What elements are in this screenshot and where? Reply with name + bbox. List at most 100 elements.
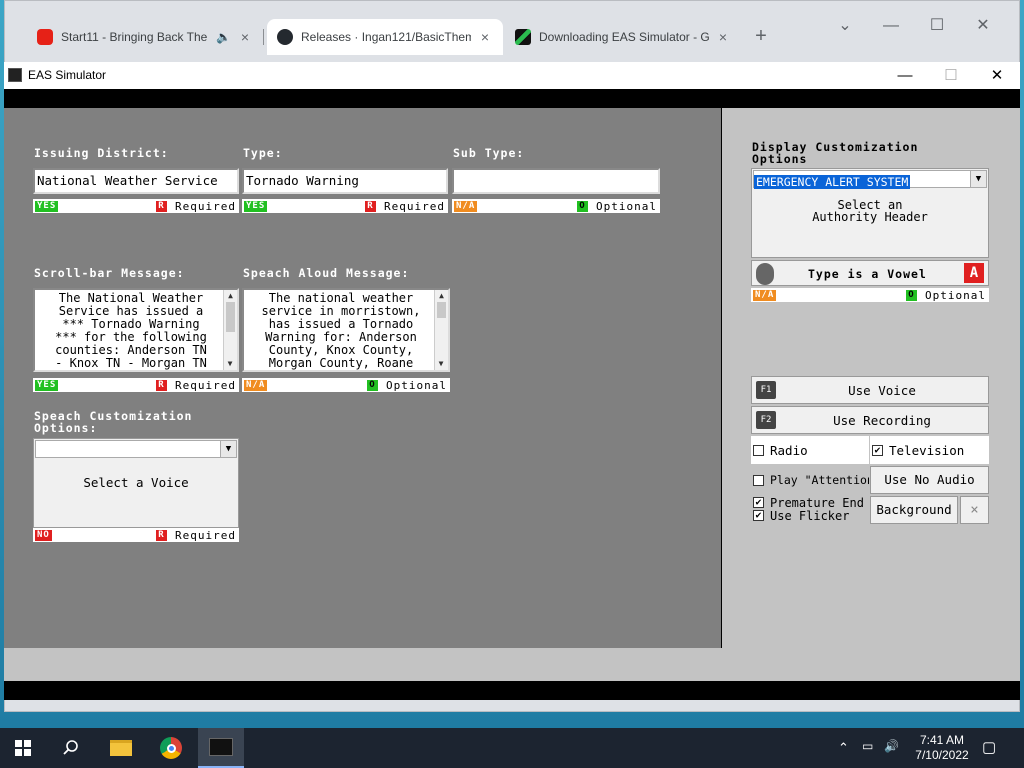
header-select-value: EMERGENCY ALERT SYSTEM — [754, 175, 911, 189]
use-flicker-checkbox-box[interactable]: ✔ — [753, 510, 764, 521]
play-attention-checkbox[interactable]: Play "Attention — [751, 466, 869, 494]
status-badge: YES — [35, 379, 59, 391]
required-text: Required — [384, 199, 445, 213]
sub-type-label: Sub Type: — [453, 146, 525, 160]
minimize-button[interactable]: — — [882, 62, 928, 89]
footer-bar — [4, 648, 1020, 681]
display-customization-status: N/A O Optional — [751, 288, 989, 302]
chevron-down-icon[interactable]: ▼ — [220, 441, 236, 457]
optional-badge: O — [367, 379, 379, 391]
clock-time: 7:41 AM — [919, 733, 965, 747]
chevron-down-icon[interactable]: ▼ — [970, 171, 986, 187]
tab-downloading[interactable]: Downloading EAS Simulator - G × — [505, 19, 741, 55]
message-line: Morgan County, Roane — [268, 356, 414, 370]
tab-search-icon[interactable]: ⌄ — [823, 11, 867, 41]
scrollbar[interactable]: ▲ ▼ — [223, 290, 237, 370]
optional-text: Optional — [596, 199, 657, 213]
required-badge: R — [156, 200, 168, 212]
chrome-icon[interactable] — [148, 728, 194, 768]
required-text: Required — [175, 199, 236, 213]
eas-simulator-taskbar-icon[interactable] — [198, 728, 244, 768]
speech-aloud-message-status: N/A O Optional — [242, 378, 450, 392]
sub-type-status: N/A O Optional — [452, 199, 660, 213]
scrollbar-thumb[interactable] — [226, 302, 235, 332]
tab-start11[interactable]: Start11 - Bringing Back The 🔈 × — [27, 19, 263, 55]
status-badge: N/A — [454, 200, 478, 212]
voice-select-panel: ▼ Select a Voice — [33, 438, 239, 528]
background-button[interactable]: Background — [870, 496, 958, 524]
close-button[interactable]: ✕ — [961, 11, 1005, 41]
mouse-icon — [756, 263, 774, 285]
status-badge: YES — [35, 200, 59, 212]
issuing-district-status: YES R Required — [33, 199, 239, 213]
chevron-up-icon[interactable]: ⌃ — [838, 740, 849, 756]
hint-line: Authority Header — [812, 210, 928, 224]
required-text: Required — [175, 378, 236, 392]
premature-end-label: Premature End — [770, 496, 864, 510]
scroll-up-icon[interactable]: ▲ — [224, 290, 237, 302]
issuing-district-label: Issuing District: — [34, 146, 169, 160]
page-favicon-icon — [515, 29, 531, 45]
tab-close-icon[interactable]: × — [477, 29, 493, 45]
issuing-district-field[interactable]: National Weather Service — [33, 168, 239, 194]
use-flicker-label: Use Flicker — [770, 508, 850, 523]
scrollbar[interactable]: ▲ ▼ — [434, 290, 448, 370]
play-attention-checkbox-box[interactable] — [753, 474, 764, 486]
scroll-down-icon[interactable]: ▼ — [435, 358, 447, 370]
speech-aloud-message-textarea[interactable]: The national weather service in morristo… — [242, 288, 450, 372]
speaker-icon[interactable]: 🔈 — [216, 30, 231, 44]
type-label: Type: — [243, 146, 283, 160]
required-badge: R — [365, 200, 377, 212]
tab-title: Downloading EAS Simulator - G — [539, 30, 709, 44]
voice-select[interactable]: ▼ — [35, 440, 237, 458]
speech-customization-status: NO R Required — [33, 528, 239, 542]
clock-date: 7/10/2022 — [915, 748, 969, 762]
tab-title: Start11 - Bringing Back The — [61, 30, 208, 44]
television-checkbox[interactable]: ✔ Television — [870, 436, 989, 464]
radio-checkbox[interactable]: Radio — [751, 436, 869, 464]
new-tab-button[interactable]: + — [747, 23, 775, 51]
premature-end-checkbox[interactable]: ✔ Premature End — [751, 496, 869, 510]
windows-start-icon[interactable] — [0, 728, 46, 768]
use-no-audio-button[interactable]: Use No Audio — [870, 466, 989, 494]
optional-badge: O — [577, 200, 589, 212]
volume-icon[interactable]: 🔊 — [884, 739, 899, 753]
television-label: Television — [889, 442, 965, 458]
television-checkbox-box[interactable]: ✔ — [872, 444, 883, 456]
optional-badge: O — [906, 289, 918, 301]
close-button[interactable]: ✕ — [974, 62, 1020, 89]
premature-end-checkbox-box[interactable]: ✔ — [753, 497, 764, 508]
minimize-button[interactable]: — — [869, 11, 913, 41]
scrollbar-thumb[interactable] — [437, 302, 446, 318]
scroll-bar-message-textarea[interactable]: The National Weather Service has issued … — [33, 288, 239, 372]
side-panel: Display Customization Options EMERGENCY … — [722, 108, 1020, 648]
main-panel: Issuing District: National Weather Servi… — [4, 108, 721, 648]
radio-label: Radio — [770, 442, 808, 458]
use-flicker-checkbox[interactable]: ✔ Use Flicker — [751, 508, 869, 523]
checkbox-group: ✔ Premature End ✔ Use Flicker — [751, 496, 869, 524]
scroll-down-icon[interactable]: ▼ — [224, 358, 236, 370]
tab-close-icon[interactable]: × — [237, 29, 253, 45]
clock[interactable]: 7:41 AM 7/10/2022 — [910, 733, 974, 763]
play-attention-label: Play "Attention — [770, 473, 869, 487]
radio-checkbox-box[interactable] — [753, 444, 764, 456]
maximize-button[interactable]: ☐ — [915, 11, 959, 41]
file-explorer-icon[interactable] — [98, 728, 144, 768]
type-field[interactable]: Tornado Warning — [242, 168, 448, 194]
header-select[interactable]: EMERGENCY ALERT SYSTEM ▼ — [753, 170, 987, 189]
notifications-icon[interactable]: ▢ — [982, 738, 996, 756]
use-recording-button[interactable]: F2 Use Recording — [751, 406, 989, 434]
sub-type-field[interactable] — [452, 168, 660, 194]
tab-close-icon[interactable]: × — [715, 29, 731, 45]
tab-releases[interactable]: Releases · Ingan121/BasicTheme × — [267, 19, 503, 55]
search-icon[interactable] — [48, 728, 94, 768]
status-badge: NO — [35, 529, 52, 541]
use-voice-button[interactable]: F1 Use Voice — [751, 376, 989, 404]
vowel-icon: A — [964, 263, 984, 283]
header-select-hint: Select an Authority Header — [752, 199, 988, 223]
display-customization-label: Display Customization Options — [752, 140, 919, 166]
network-icon[interactable]: ▭ — [862, 739, 873, 753]
background-clear-button[interactable]: × — [960, 496, 989, 524]
maximize-button[interactable]: ☐ — [928, 62, 974, 89]
scroll-up-icon[interactable]: ▲ — [435, 290, 448, 302]
